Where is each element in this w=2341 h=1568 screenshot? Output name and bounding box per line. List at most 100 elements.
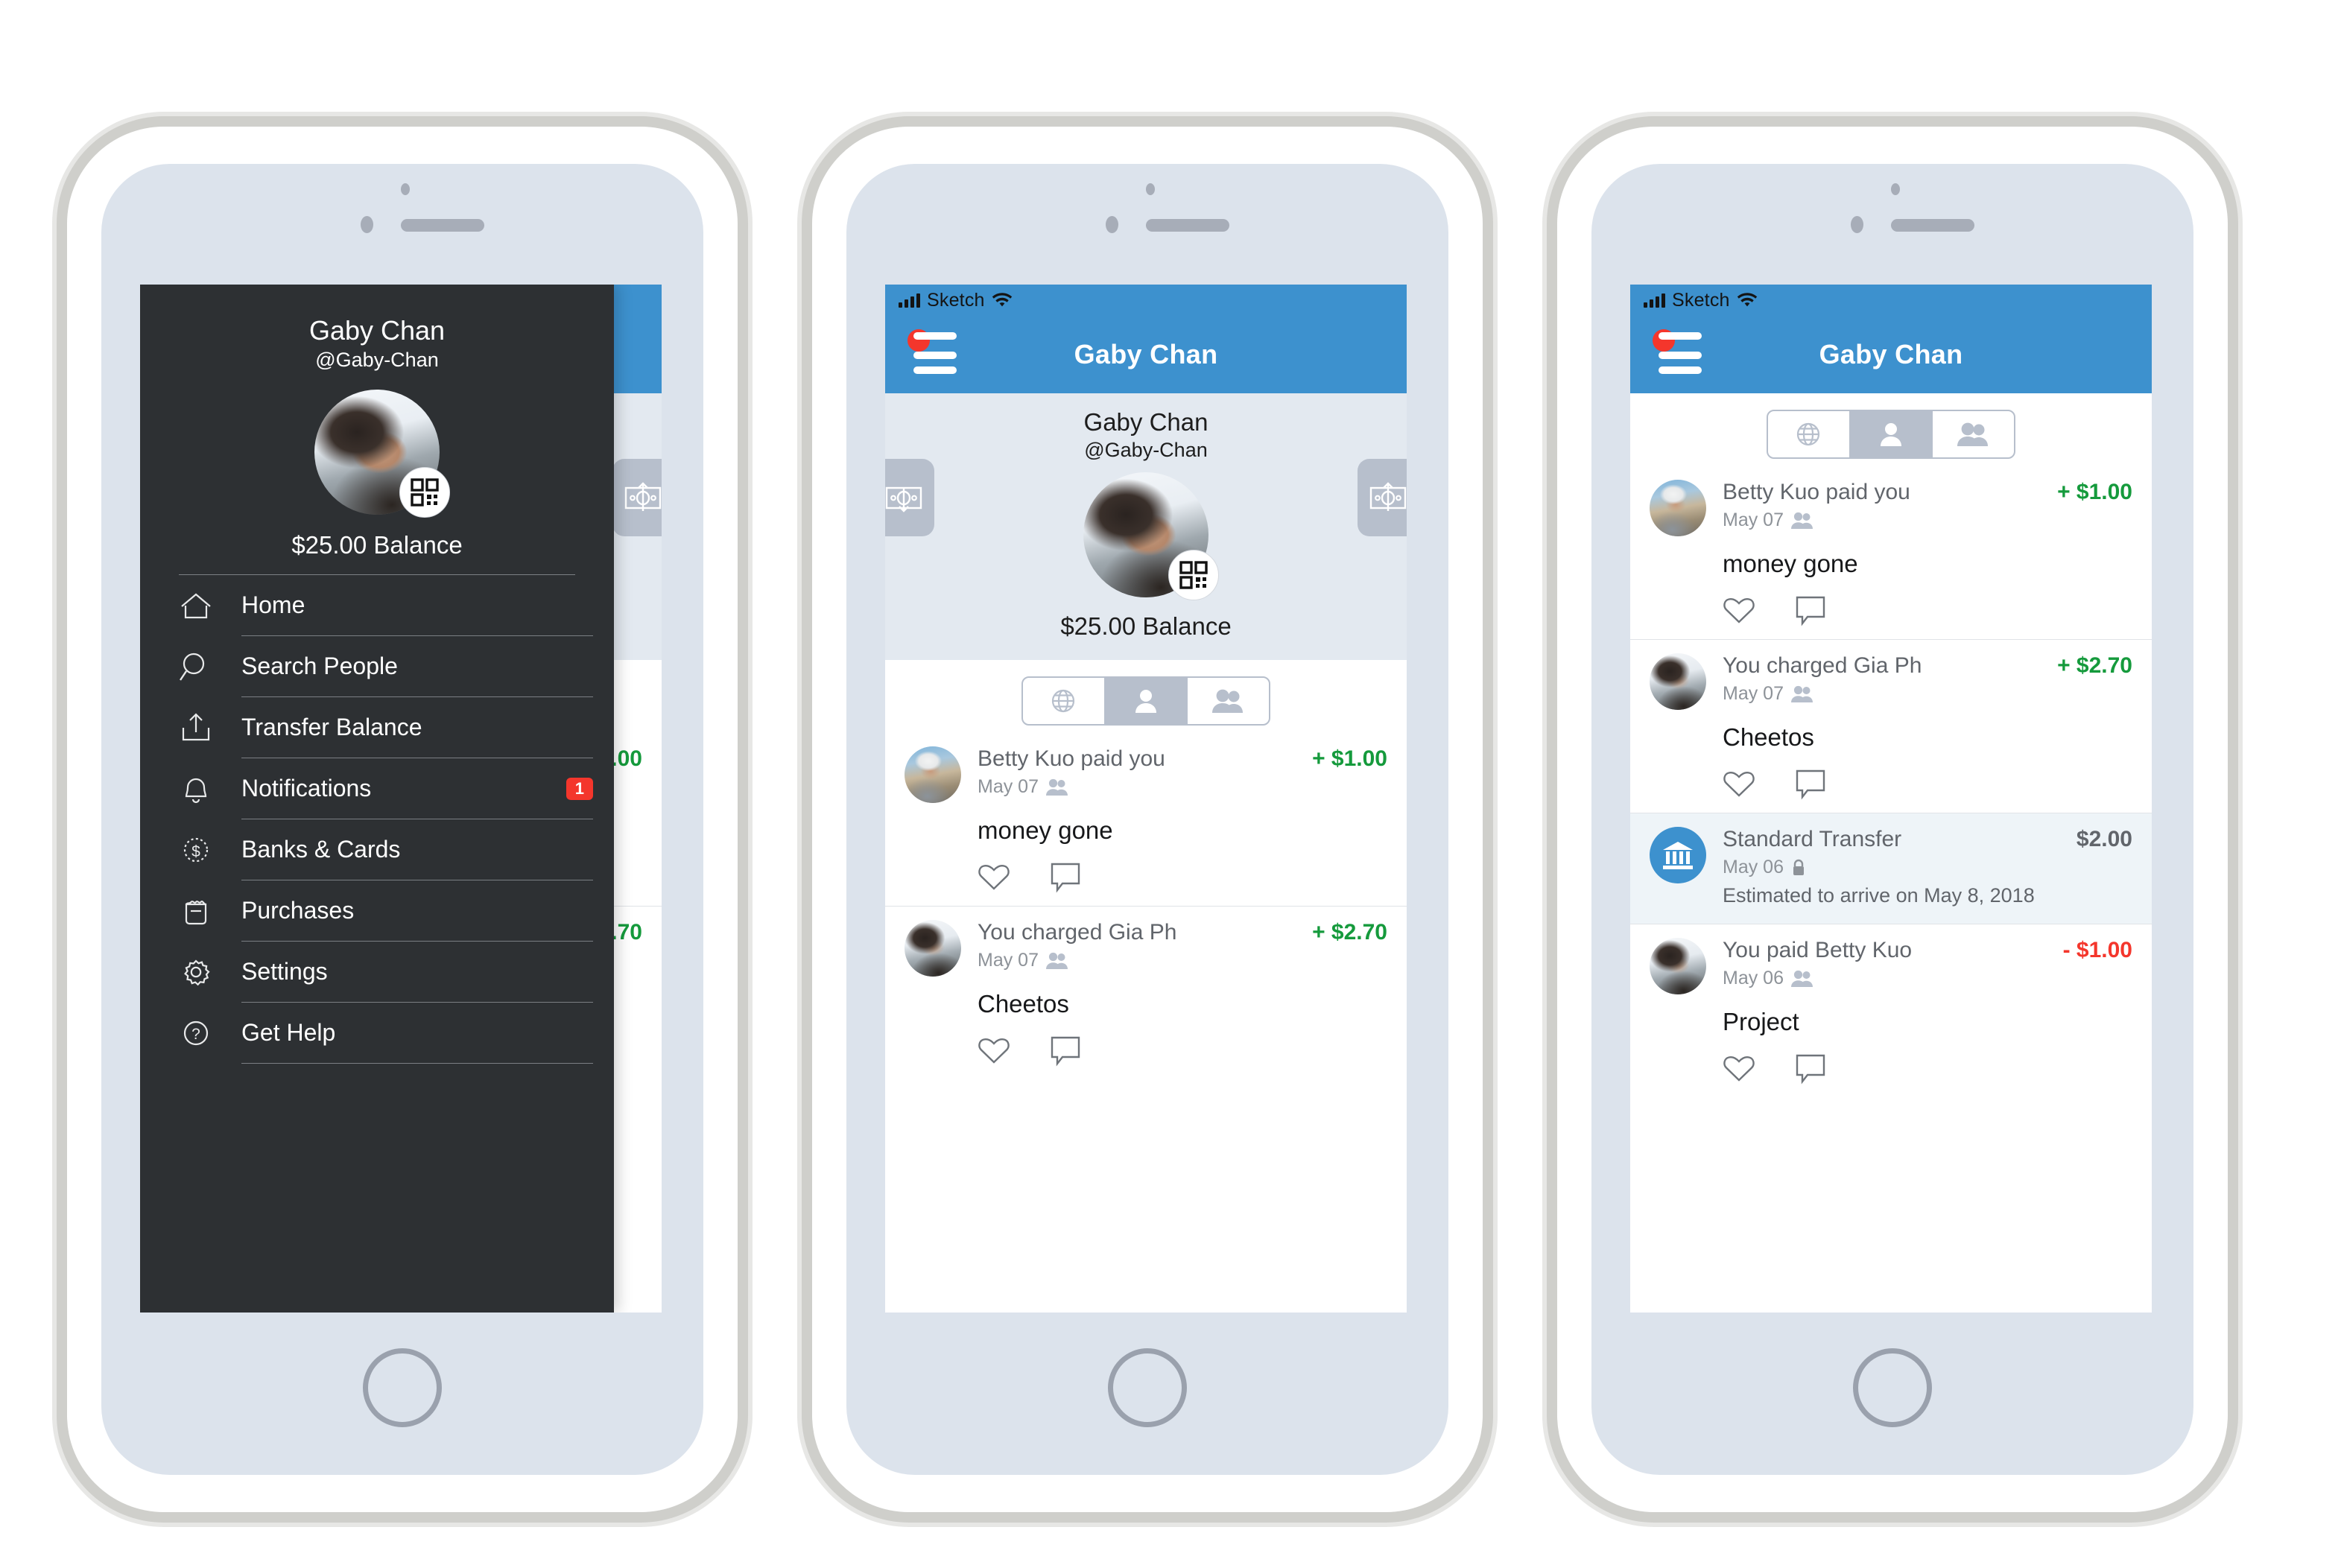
sidebar-item-home[interactable]: Home — [140, 575, 614, 636]
home-button[interactable] — [1853, 1348, 1932, 1427]
menu-button[interactable] — [1653, 329, 1702, 377]
person-icon — [1881, 423, 1901, 446]
phone-1: Sketch Gaby Chan — [67, 127, 738, 1512]
front-camera-icon — [1851, 216, 1863, 233]
list-item[interactable]: You charged Gia Ph + $2.70 May 07 Cheeto… — [1630, 639, 2152, 813]
friends-icon — [1045, 778, 1068, 796]
heart-icon[interactable] — [978, 861, 1010, 891]
comment-icon[interactable] — [1049, 1035, 1082, 1067]
carrier-label: Sketch — [927, 289, 985, 311]
home-button[interactable] — [363, 1348, 442, 1427]
comment-icon[interactable] — [1794, 594, 1827, 627]
phone-3-screen: Sketch Gaby Chan Betty Kuo paid you + $1… — [1630, 285, 2152, 1313]
friends-feed-tab[interactable] — [1103, 678, 1187, 725]
money-pay-icon — [624, 482, 662, 511]
svg-text:$: $ — [191, 843, 200, 860]
money-request-icon — [885, 486, 922, 512]
feed-tabs-wrap — [885, 660, 1407, 734]
transaction-estimate: Estimated to arrive on May 8, 2018 — [1723, 884, 2035, 907]
sidebar-item-banks-cards[interactable]: $ Banks & Cards — [140, 819, 614, 880]
transaction-note: money gone — [978, 816, 1113, 845]
status-bar: Sketch — [1630, 285, 2152, 316]
list-item[interactable]: Standard Transfer $2.00 May 06 Estimated… — [1630, 813, 2152, 924]
feed-tabs — [1021, 676, 1270, 726]
sidebar-item-label: Notifications — [241, 775, 372, 802]
sidebar-item-label: Purchases — [241, 897, 355, 924]
bank-icon — [1663, 842, 1693, 869]
qr-code-icon — [411, 478, 439, 507]
request-money-button[interactable] — [885, 459, 934, 536]
heart-icon[interactable] — [1723, 594, 1755, 624]
front-camera-icon — [361, 216, 373, 233]
sidebar-item-purchases[interactable]: Purchases — [140, 880, 614, 942]
avatar — [1650, 653, 1706, 710]
friends-icon — [1045, 952, 1068, 969]
public-feed-tab[interactable] — [1023, 678, 1104, 724]
proximity-sensor-icon — [1146, 183, 1155, 195]
bank-avatar — [1650, 827, 1706, 883]
transaction-note: Cheetos — [978, 990, 1069, 1018]
question-icon: ? — [179, 1017, 219, 1050]
notification-badge: 1 — [566, 777, 593, 800]
sidebar-item-transfer-balance[interactable]: Transfer Balance — [140, 697, 614, 758]
pay-money-button[interactable] — [612, 459, 662, 536]
earpiece-speaker — [401, 219, 484, 232]
front-camera-icon — [1106, 216, 1118, 233]
list-item[interactable]: Betty Kuo paid you + $1.00 May 07 money … — [885, 733, 1407, 906]
mine-feed-tab[interactable] — [1186, 678, 1269, 725]
proximity-sensor-icon — [1891, 183, 1900, 195]
sidebar-item-label: Get Help — [241, 1019, 336, 1047]
pay-money-button[interactable] — [1358, 459, 1407, 536]
globe-icon — [1797, 422, 1820, 446]
page-title: Gaby Chan — [1074, 339, 1218, 369]
drawer-balance: $25.00 Balance — [291, 530, 463, 559]
sidebar-item-get-help[interactable]: ? Get Help — [140, 1003, 614, 1064]
menu-button[interactable] — [907, 329, 957, 377]
signal-bars-icon — [899, 293, 920, 308]
public-feed-tab[interactable] — [1768, 411, 1849, 457]
profile-name: Gaby Chan — [1083, 408, 1208, 436]
heart-icon[interactable] — [978, 1035, 1010, 1064]
sidebar-item-notifications[interactable]: Notifications 1 — [140, 758, 614, 819]
transaction-amount: + $2.70 — [1312, 920, 1387, 945]
comment-icon[interactable] — [1794, 768, 1827, 801]
home-button[interactable] — [1108, 1348, 1187, 1427]
qr-code-button[interactable] — [399, 466, 450, 518]
transaction-date: May 07 — [1723, 510, 1784, 530]
carrier-label: Sketch — [1672, 289, 1730, 311]
transaction-note: money gone — [1723, 550, 1858, 577]
comment-icon[interactable] — [1794, 1053, 1827, 1085]
heart-icon[interactable] — [1723, 768, 1755, 798]
sidebar-item-search-people[interactable]: Search People — [140, 636, 614, 697]
friends-feed-tab[interactable] — [1849, 411, 1932, 457]
status-bar: Sketch — [885, 285, 1407, 316]
sidebar-item-settings[interactable]: Settings — [140, 942, 614, 1003]
earpiece-speaker — [1891, 219, 1974, 232]
screenshot-stage: Sketch Gaby Chan — [0, 0, 2341, 1568]
upload-icon — [179, 711, 219, 744]
list-item[interactable]: You paid Betty Kuo - $1.00 May 06 Projec… — [1630, 924, 2152, 1097]
avatar — [1650, 480, 1706, 536]
wifi-icon — [992, 293, 1012, 307]
comment-icon[interactable] — [1049, 861, 1082, 894]
transaction-title: Betty Kuo paid you — [1723, 480, 1910, 504]
profile-avatar-wrap — [1083, 472, 1219, 601]
list-item[interactable]: You charged Gia Ph + $2.70 May 07 Cheeto… — [885, 906, 1407, 1079]
globe-icon — [1052, 690, 1075, 713]
transaction-date: May 07 — [978, 950, 1039, 971]
mine-feed-tab[interactable] — [1931, 411, 2014, 457]
transaction-note: Project — [1723, 1008, 1799, 1035]
qr-code-button[interactable] — [1168, 550, 1219, 601]
transaction-date: May 06 — [1723, 857, 1784, 877]
nav-bar: Gaby Chan — [885, 316, 1407, 393]
friends-icon — [1790, 685, 1813, 702]
heart-icon[interactable] — [1723, 1053, 1755, 1082]
money-pay-icon — [1369, 482, 1407, 511]
transaction-title: Betty Kuo paid you — [978, 746, 1165, 772]
avatar — [1650, 938, 1706, 994]
people-icon — [1211, 689, 1243, 714]
gear-icon — [179, 956, 219, 988]
person-icon — [1135, 690, 1156, 714]
list-item[interactable]: Betty Kuo paid you + $1.00 May 07 money … — [1630, 466, 2152, 639]
transaction-amount: - $1.00 — [2062, 938, 2132, 962]
